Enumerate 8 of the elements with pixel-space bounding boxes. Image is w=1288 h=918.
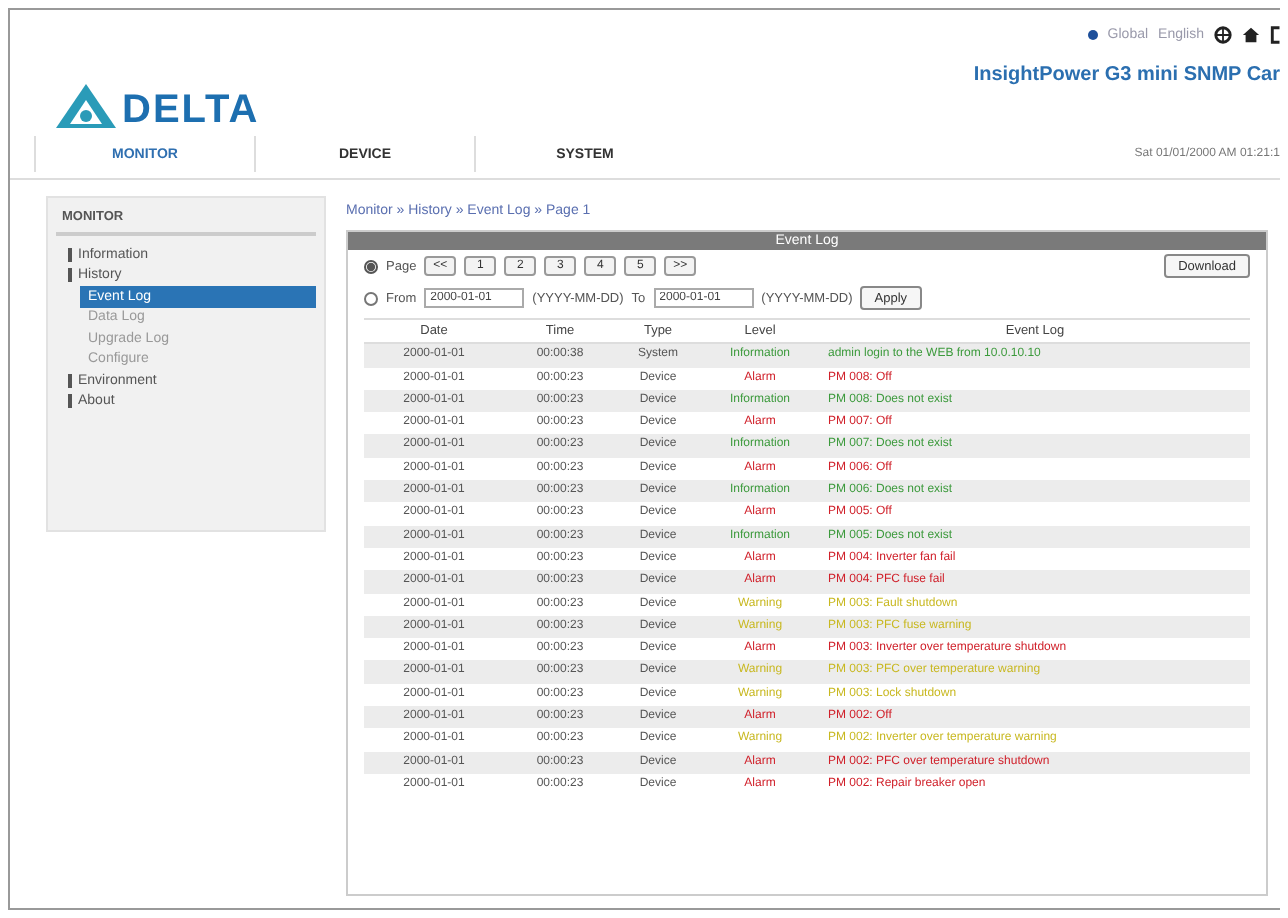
logo-text: DELTA: [122, 90, 260, 130]
globe-icon[interactable]: [1214, 26, 1232, 44]
bullet-icon: [1087, 30, 1098, 40]
home-icon[interactable]: [1242, 26, 1260, 44]
date-range-radio[interactable]: [364, 291, 378, 305]
product-title: InsightPower G3 mini SNMP Car: [973, 64, 1280, 86]
logo-icon: [54, 82, 118, 130]
page-radio[interactable]: [364, 259, 378, 273]
